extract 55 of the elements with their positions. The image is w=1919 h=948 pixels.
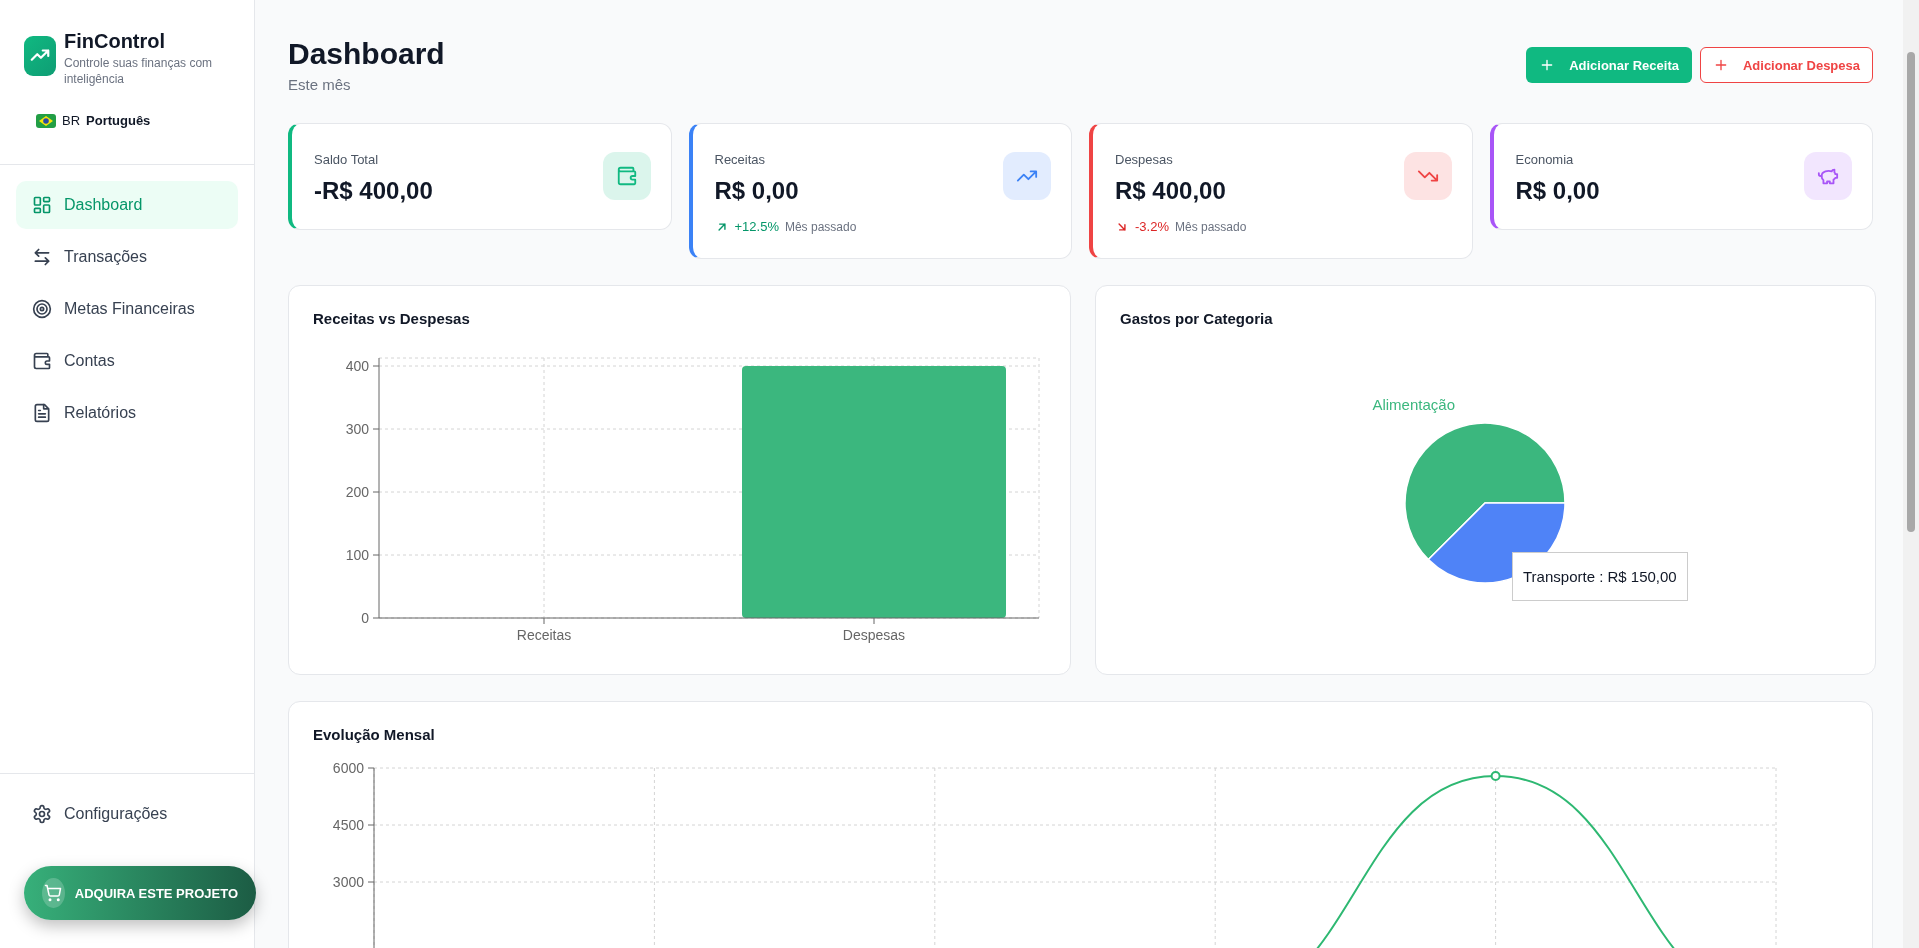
promo-button[interactable]: ADQUIRA ESTE PROJETO [24,866,256,920]
y-tick-label: 4500 [332,817,364,833]
nav-item[interactable]: Contas [16,337,238,385]
logo-icon [24,36,56,76]
document-icon [32,403,52,423]
add-expense-button[interactable]: Adicionar Despesa [1699,47,1873,83]
y-tick-label: 6000 [332,760,364,776]
flag-icon [36,113,56,128]
y-tick-label: 400 [345,358,369,374]
page-title: Dashboard [288,36,445,72]
brand-tagline: Controle suas finanças com inteligência [64,55,214,87]
stat-value: R$ 0,00 [1515,177,1600,205]
trend-note: Mês passado [784,219,857,234]
stat-label: Saldo Total [314,152,380,167]
nav-item[interactable]: Metas Financeiras [16,285,238,333]
data-point [1490,771,1501,781]
period-label: Este mês [288,76,352,93]
y-tick-label: 300 [345,421,369,437]
scroll-bar[interactable] [1903,0,1919,948]
stat-label: Despesas [1115,152,1174,167]
nav-item[interactable]: Configurações [16,790,238,838]
y-tick-label: 200 [345,484,369,500]
trend-down-icon [1403,152,1452,200]
cart-icon [42,878,65,908]
chart-title: Evolução Mensal [313,726,436,743]
stat-label: Economia [1515,152,1575,167]
arrows-icon [32,247,52,267]
chart-title: Receitas vs Despesas [313,310,471,327]
wallet-icon [32,351,52,371]
slice-label: Alimentação [1372,396,1455,413]
y-tick-label: 100 [345,547,369,563]
stat-label: Receitas [714,152,767,167]
nav-item[interactable]: Transações [16,233,238,281]
wallet-icon [602,152,651,200]
stat-value: R$ 400,00 [1115,177,1227,205]
trend-change: +12.5% [734,219,779,234]
nav-item[interactable]: Relatórios [16,389,238,437]
grid-icon [32,195,52,215]
trend-change: -3.2% [1135,219,1169,234]
brand-name: FinControl [64,30,167,53]
settings-icon [32,804,52,824]
stat-value: -R$ 400,00 [314,177,433,205]
target-icon [32,299,52,319]
stat-value: R$ 0,00 [714,177,800,205]
y-tick-label: 0 [361,610,369,626]
chart-title: Gastos por Categoria [1120,310,1274,327]
nav-item[interactable]: Dashboard [16,181,238,229]
chart-tooltip: Transporte : R$ 150,00 [1512,552,1688,601]
y-tick-label: 3000 [332,874,364,890]
trend-note: Mês passado [1174,219,1247,234]
trend-up-icon [1003,152,1051,200]
x-tick-label: Despesas [842,627,906,643]
language-selector[interactable]: BR Português [36,113,151,128]
x-tick-label: Receitas [516,627,572,643]
piggy-bank-icon [1804,152,1852,200]
